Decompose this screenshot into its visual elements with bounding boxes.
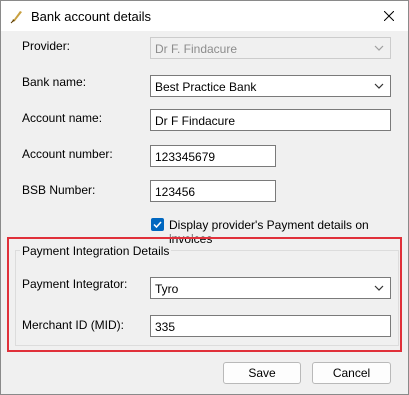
bank-name-select[interactable]: Best Practice Bank — [150, 75, 391, 97]
account-number-value: 123345679 — [155, 150, 216, 164]
account-name-label: Account name: — [22, 111, 103, 125]
account-number-field[interactable]: 123345679 — [150, 145, 276, 167]
close-icon — [384, 11, 394, 21]
app-quill-icon — [10, 11, 22, 24]
title-bar: Bank account details — [1, 1, 408, 32]
provider-value: Dr F. Findacure — [155, 42, 238, 56]
account-name-field[interactable]: Dr F Findacure — [150, 109, 391, 131]
provider-select[interactable]: Dr F. Findacure — [150, 37, 391, 59]
bsb-number-value: 123456 — [155, 185, 196, 199]
highlight-annotation — [7, 237, 402, 352]
account-number-label: Account number: — [22, 147, 113, 161]
bsb-number-label: BSB Number: — [22, 183, 96, 197]
close-button[interactable] — [370, 1, 408, 31]
bsb-number-field[interactable]: 123456 — [150, 180, 276, 202]
provider-label: Provider: — [22, 39, 71, 53]
cancel-button[interactable]: Cancel — [312, 362, 391, 384]
checkmark-icon — [153, 221, 162, 229]
bank-name-label: Bank name: — [22, 75, 87, 89]
save-button[interactable]: Save — [223, 362, 301, 384]
account-name-value: Dr F Findacure — [155, 114, 236, 128]
chevron-down-icon — [374, 83, 384, 89]
bank-name-value: Best Practice Bank — [155, 80, 257, 94]
window-title: Bank account details — [31, 9, 151, 24]
display-payment-details-checkbox[interactable] — [151, 218, 164, 231]
chevron-down-icon — [374, 45, 384, 51]
